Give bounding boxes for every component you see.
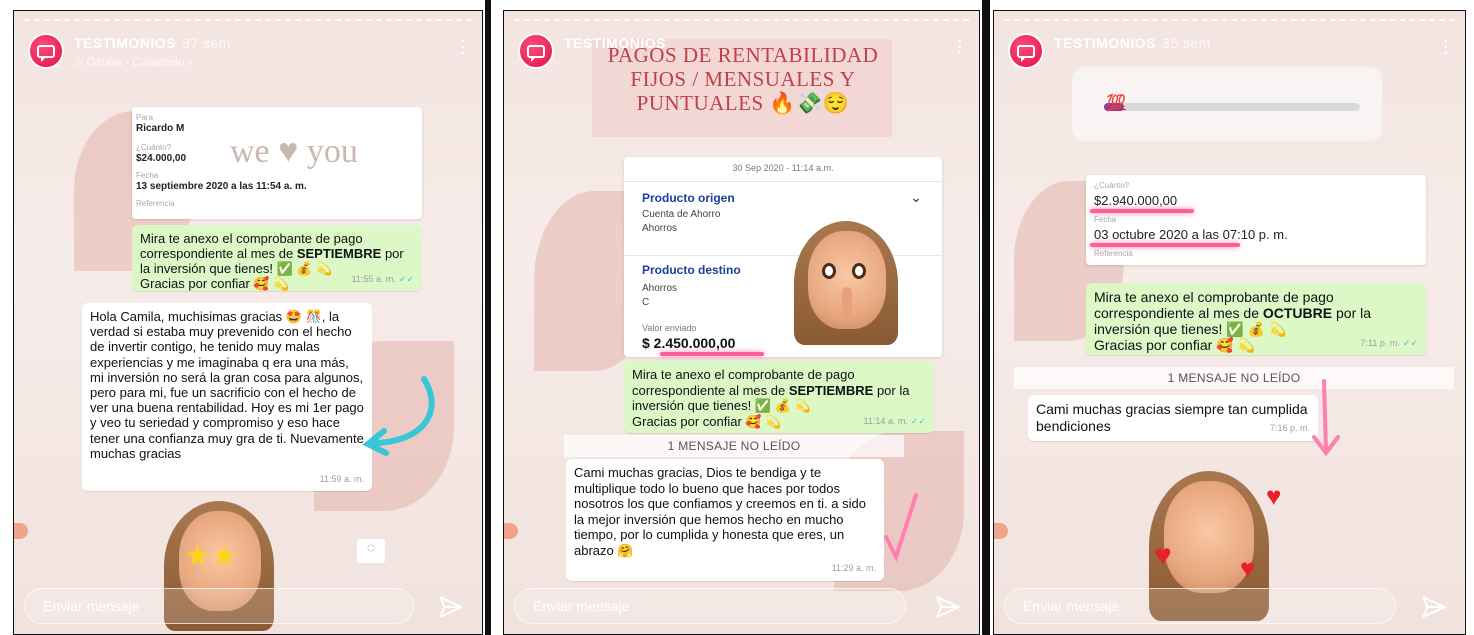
para-value: Ricardo M (136, 123, 185, 134)
payment-receipt-card: ¿Cuánto? $2.940.000,00 Fecha 03 octubre … (1086, 175, 1426, 265)
valor-value: $ 2.450.000,00 (642, 335, 736, 351)
reply-input[interactable]: Enviar mensaje (514, 588, 906, 624)
reply-message: Cami muchas gracias, Dios te bendiga y t… (566, 459, 884, 581)
chat-bubble-icon (527, 44, 545, 62)
message-time: 7:11 p. m. ✓✓ (1360, 338, 1418, 348)
more-options-icon[interactable]: · · · (1441, 34, 1451, 62)
para-label: Para (136, 113, 153, 122)
payment-receipt-card: Para Ricardo M ¿Cuánto? $24.000,00 Fecha… (132, 107, 422, 219)
destino-line1: Ahorros (642, 283, 678, 294)
heart-icon: ♥ (1154, 539, 1172, 572)
we-love-you-sticker: we ♥ you (230, 133, 358, 170)
message-time: 11:55 a. m. ✓✓ (351, 274, 414, 284)
story-progress-bar (24, 19, 472, 21)
story-title: PAGOS DE RENTABILIDAD FIJOS / MENSUALES … (607, 43, 879, 115)
fecha-value: 13 septiembre 2020 a las 11:54 a. m. (136, 181, 307, 192)
month-label: SEPTIEMBRE (296, 246, 382, 261)
story-panel-2[interactable]: TESTIMONIOS · · · PAGOS DE RENTABILIDAD FI… (503, 10, 980, 635)
fecha-value: 03 octubre 2020 a las 07:10 p. m. (1094, 227, 1288, 242)
month-label: SEPTIEMBRE (788, 382, 874, 398)
referencia-label: Referencia (136, 199, 175, 208)
reply-message: Hola Camila, muchisimas gracias 🤩 🎊, la … (82, 303, 372, 491)
loading-icon: ◌ (357, 539, 385, 563)
message-time: 7:16 p. m. (1269, 423, 1310, 433)
account-name[interactable]: TESTIMONIOS 37 sem (74, 35, 231, 51)
reply-input[interactable]: Enviar mensaje (24, 588, 414, 624)
memoji-eye-icon (822, 263, 836, 279)
referencia-label: Referencia (1094, 249, 1133, 258)
hundred-points-icon[interactable]: 💯 (1106, 93, 1126, 113)
fecha-label: Fecha (136, 171, 159, 180)
double-check-icon: ✓✓ (910, 415, 926, 426)
neon-check-sticker-icon (884, 493, 918, 563)
send-icon[interactable] (935, 594, 961, 620)
chat-bubble-icon (37, 44, 55, 62)
destino-label: Producto destino (642, 263, 741, 277)
story-progress-bar (514, 19, 969, 21)
double-check-icon: ✓✓ (398, 274, 414, 284)
reply-input[interactable]: Enviar mensaje (1004, 588, 1396, 624)
more-options-icon[interactable]: · · · (955, 34, 965, 62)
story-header: TESTIMONIOS 37 sem ♫ Ozuna · Caramelo › ·… (28, 33, 468, 73)
previous-story-indicator[interactable] (994, 523, 1008, 539)
heart-icon: ♥ (1240, 553, 1256, 583)
valor-label: Valor enviado (642, 323, 697, 333)
story-age: 35 sem (1161, 35, 1211, 51)
sent-message: Mira te anexo el comprobante de pago cor… (132, 225, 422, 291)
cuanto-value: $24.000,00 (136, 153, 187, 164)
send-icon[interactable] (438, 594, 464, 620)
origen-line2: Ahorros (642, 223, 678, 234)
unread-divider: 1 MENSAJE NO LEÍDO (564, 435, 904, 457)
origen-label: Producto origen (642, 191, 735, 205)
shush-finger-icon (842, 287, 852, 317)
arrow-sticker-icon (362, 376, 435, 456)
message-time: 11:29 a. m. (831, 563, 876, 574)
story-panel-1[interactable]: TESTIMONIOS 37 sem ♫ Ozuna · Caramelo › ·… (13, 10, 483, 635)
cuanto-label: ¿Cuánto? (136, 143, 172, 152)
destino-line2: C (642, 297, 650, 308)
previous-story-indicator[interactable] (504, 523, 518, 539)
heart-icon: ♥ (1266, 481, 1282, 511)
account-avatar[interactable] (518, 33, 554, 69)
fecha-label: Fecha (1094, 215, 1117, 224)
account-name[interactable]: TESTIMONIOS 35 sem (1054, 35, 1211, 51)
highlight-underline (1090, 209, 1194, 213)
month-label: OCTUBRE (1262, 305, 1333, 321)
account-avatar[interactable] (1008, 33, 1044, 69)
neon-arrow-sticker-icon (1312, 379, 1340, 457)
music-label[interactable]: ♫ Ozuna · Caramelo › (74, 55, 192, 69)
cuanto-value: $2.940.000,00 (1094, 193, 1178, 208)
highlight-underline (1090, 243, 1240, 247)
sent-message: Mira te anexo el comprobante de pago cor… (1086, 283, 1426, 355)
panel-divider (982, 0, 990, 635)
chevron-down-icon[interactable]: ⌄ (910, 189, 922, 206)
story-progress-bar (1004, 19, 1455, 21)
story-age: 37 sem (181, 35, 231, 51)
music-note-icon: ♫ (74, 55, 87, 69)
sent-message: Mira te anexo el comprobante de pago cor… (624, 361, 934, 433)
chevron-right-icon: › (184, 55, 192, 69)
message-time: 11:59 a. m. (319, 473, 364, 484)
memoji-eye-icon (852, 263, 866, 279)
origen-line1: Cuenta de Ahorro (642, 209, 721, 220)
chat-bubble-icon (1017, 44, 1035, 62)
receipt-date: 30 Sep 2020 - 11:14 a.m. (732, 163, 834, 173)
star-eyes-icon: ★★ (184, 540, 238, 573)
message-time: 11:14 a. m. ✓✓ (863, 415, 926, 426)
story-panel-3[interactable]: TESTIMONIOS 35 sem · · · 💯 ¿Cuánto? $2.940.… (993, 10, 1466, 635)
highlight-underline (660, 352, 764, 356)
send-icon[interactable] (1421, 594, 1447, 620)
slider-track[interactable] (1104, 103, 1360, 111)
unread-divider: 1 MENSAJE NO LEÍDO (1014, 367, 1454, 389)
cuanto-label: ¿Cuánto? (1094, 181, 1130, 190)
more-options-icon[interactable]: · · · (458, 34, 468, 62)
panel-divider (485, 0, 491, 635)
reply-message: Cami muchas gracias siempre tan cumplida… (1028, 395, 1318, 441)
account-avatar[interactable] (28, 33, 64, 69)
previous-story-indicator[interactable] (14, 523, 28, 539)
double-check-icon: ✓✓ (1402, 338, 1418, 348)
emoji-slider-widget[interactable]: 💯 (1072, 67, 1382, 141)
